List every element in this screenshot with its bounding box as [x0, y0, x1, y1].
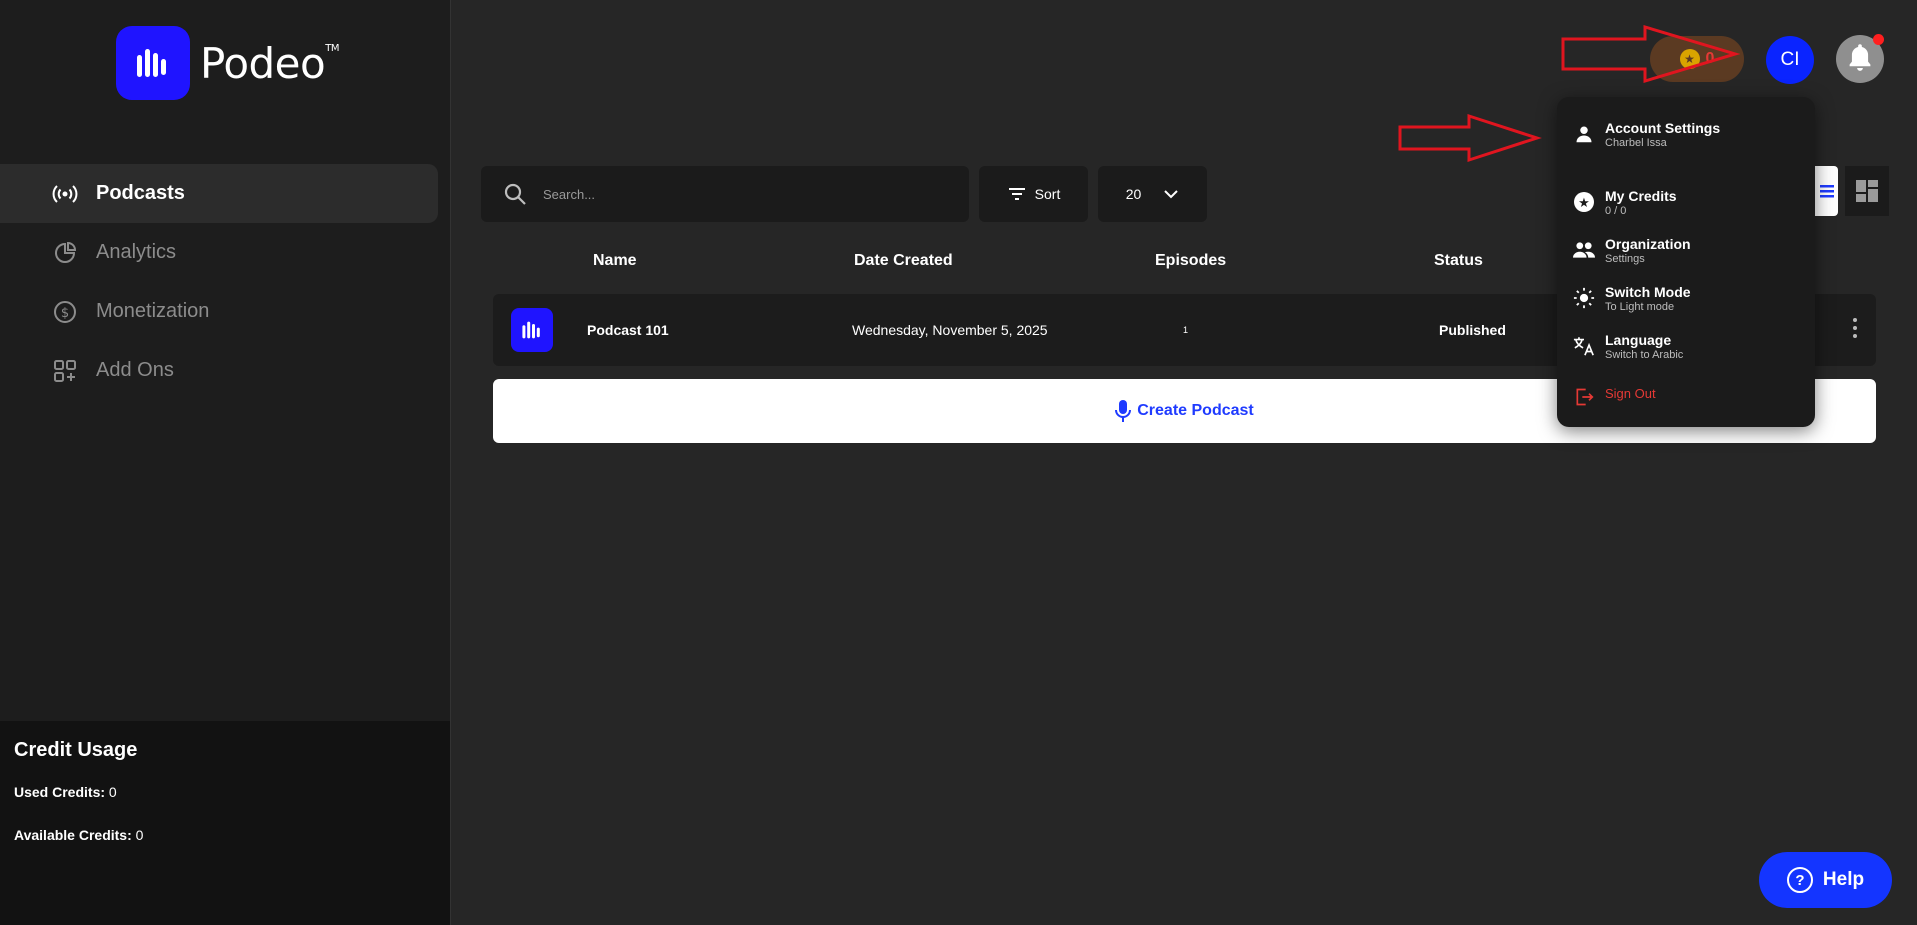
- svg-text:$: $: [61, 306, 69, 321]
- page-size-value: 20: [1125, 186, 1142, 202]
- grid-view-button[interactable]: [1845, 166, 1889, 216]
- notifications-button[interactable]: [1836, 34, 1884, 83]
- sidebar-item-label: Podcasts: [96, 182, 185, 204]
- podcast-status: Published: [1439, 322, 1506, 338]
- account-dropdown-menu: Account Settings Charbel Issa ★ My Credit…: [1557, 97, 1815, 427]
- column-header-episodes[interactable]: Episodes: [1155, 252, 1226, 270]
- menu-item-language[interactable]: Language Switch to Arabic: [1573, 332, 1683, 362]
- group-icon: [1573, 239, 1595, 261]
- menu-item-sign-out[interactable]: Sign Out: [1573, 386, 1656, 408]
- used-credits-row: Used Credits: 0: [14, 784, 117, 800]
- sort-button[interactable]: Sort: [979, 166, 1088, 222]
- bell-icon: [1846, 42, 1874, 77]
- svg-text:★: ★: [1578, 196, 1590, 211]
- podeo-logo-icon: [116, 26, 190, 100]
- question-icon: ?: [1786, 867, 1813, 893]
- menu-item-switch-mode[interactable]: Switch Mode To Light mode: [1573, 284, 1691, 314]
- grid-plus-icon: [52, 358, 78, 384]
- star-coin-icon: ★: [1573, 191, 1595, 213]
- grid-view-icon: [1856, 180, 1878, 202]
- podcast-episodes: 1: [1183, 325, 1189, 335]
- menu-item-organization[interactable]: Organization Settings: [1573, 236, 1691, 266]
- annotation-arrow-account: [1398, 113, 1542, 163]
- broadcast-icon: [52, 181, 78, 207]
- menu-item-my-credits[interactable]: ★ My Credits 0 / 0: [1573, 188, 1677, 218]
- sidebar-item-monetization[interactable]: $ Monetization: [0, 282, 438, 341]
- help-label: Help: [1822, 869, 1865, 890]
- notification-badge: [1873, 34, 1884, 45]
- filter-icon: [1007, 186, 1027, 202]
- user-avatar-button[interactable]: CI: [1766, 36, 1814, 84]
- help-button[interactable]: ? Help: [1759, 852, 1892, 908]
- person-icon: [1573, 123, 1595, 145]
- podcast-thumbnail: [511, 308, 553, 352]
- page-size-select[interactable]: 20: [1098, 166, 1207, 222]
- column-header-date[interactable]: Date Created: [854, 252, 953, 270]
- microphone-icon: [1115, 399, 1132, 423]
- sun-icon: [1573, 287, 1595, 309]
- sidebar-nav: Podcasts Analytics $ Monetization Add On…: [0, 164, 450, 400]
- sidebar-item-podcasts[interactable]: Podcasts: [0, 164, 438, 223]
- brand-name: PodeoTM: [200, 38, 339, 88]
- sidebar-item-analytics[interactable]: Analytics: [0, 223, 438, 282]
- sidebar-item-add-ons[interactable]: Add Ons: [0, 341, 438, 400]
- more-options-icon[interactable]: [1853, 318, 1859, 342]
- search-bar[interactable]: [481, 166, 969, 222]
- sidebar-item-label: Analytics: [96, 241, 177, 263]
- translate-icon: [1573, 335, 1595, 357]
- search-icon: [503, 182, 527, 206]
- credit-usage-panel: Credit Usage Used Credits: 0 Available C…: [0, 721, 450, 925]
- pie-chart-icon: [52, 240, 78, 266]
- search-input[interactable]: [541, 185, 925, 203]
- menu-item-account-settings[interactable]: Account Settings Charbel Issa: [1573, 120, 1720, 150]
- brand-logo[interactable]: PodeoTM: [116, 26, 339, 100]
- create-podcast-label: Create Podcast: [1137, 402, 1254, 419]
- column-header-status[interactable]: Status: [1434, 252, 1483, 270]
- podcast-date: Wednesday, November 5, 2025: [852, 322, 1048, 338]
- sort-label: Sort: [1034, 186, 1061, 202]
- podcast-name[interactable]: Podcast 101: [587, 322, 669, 338]
- sidebar-item-label: Add Ons: [96, 359, 174, 381]
- available-credits-row: Available Credits: 0: [14, 827, 144, 843]
- credit-usage-title: Credit Usage: [14, 739, 138, 761]
- sidebar: PodeoTM Podcasts Analytics $ Monetizatio…: [0, 0, 451, 925]
- chevron-down-icon: [1163, 189, 1179, 199]
- column-header-name[interactable]: Name: [593, 252, 637, 270]
- logout-icon: [1573, 386, 1595, 408]
- annotation-arrow-credits: [1561, 24, 1740, 84]
- dollar-icon: $: [52, 299, 78, 325]
- list-view-icon: [1820, 183, 1834, 199]
- sidebar-item-label: Monetization: [96, 300, 210, 322]
